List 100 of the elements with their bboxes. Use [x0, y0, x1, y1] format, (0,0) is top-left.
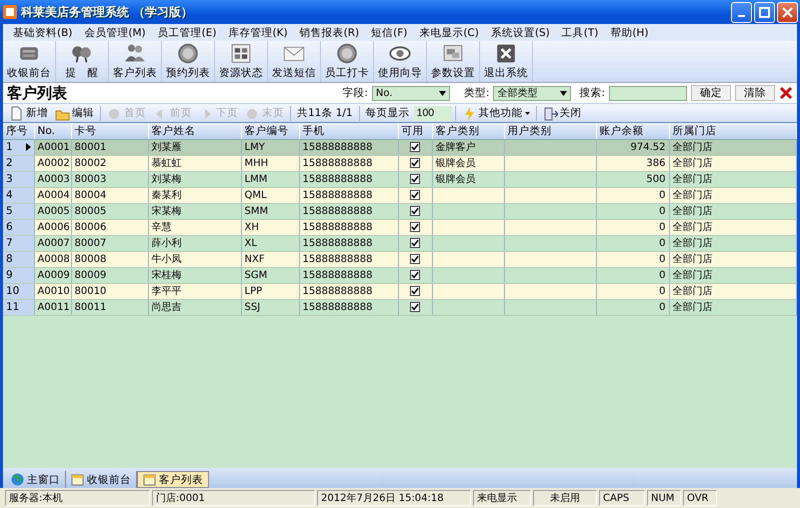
menu-item[interactable]: 短信(F): [365, 26, 414, 40]
close-button[interactable]: [777, 2, 798, 22]
table-row[interactable]: 11 A0011 80011 尚思吉 SSJ 15888888888 0 全部门店: [3, 299, 796, 315]
table-row[interactable]: 6 A0006 80006 辛慧 XH 15888888888 0 全部门店: [3, 219, 796, 235]
table-row[interactable]: 4 A0004 80004 秦某利 QML 15888888888 0 全部门店: [3, 187, 796, 203]
row-number: 11: [6, 301, 20, 313]
table-cell: A0005: [38, 206, 70, 216]
toolbar-button[interactable]: 员工打卡: [321, 41, 374, 82]
maximize-icon: [759, 6, 770, 18]
table-cell: A0007: [38, 238, 70, 248]
column-header[interactable]: 用户类别: [504, 123, 596, 139]
table-cell: A0001: [38, 142, 70, 152]
column-header[interactable]: 客户编号: [241, 123, 299, 139]
close-icon: [782, 6, 793, 18]
table-row[interactable]: 8 A0008 80008 牛小凤 NXF 15888888888 0 全部门店: [3, 251, 796, 267]
menu-item[interactable]: 帮助(H): [604, 26, 654, 40]
table-cell: 15888888888: [302, 222, 372, 232]
toolbar-button[interactable]: 编辑: [52, 106, 97, 120]
column-header[interactable]: 可用: [398, 123, 432, 139]
menu-item[interactable]: 库存管理(K): [222, 26, 294, 40]
toolbar-button[interactable]: 关闭: [540, 106, 585, 120]
table-cell: 974.52: [630, 142, 666, 152]
table-cell: 80009: [74, 270, 106, 280]
window-icon: [71, 473, 84, 486]
table-cell: 全部门店: [672, 142, 712, 153]
table-row[interactable]: 3 A0003 80003 刘某梅 LMM 15888888888 银牌会员 500 全部门店: [3, 171, 796, 187]
toolbar-button[interactable]: 资源状态: [215, 41, 268, 82]
table-row[interactable]: 9 A0009 80009 宋桂梅 SGM 15888888888 0 全部门店: [3, 267, 796, 283]
table-cell: 全部门店: [672, 302, 712, 313]
minimize-button[interactable]: [731, 2, 752, 22]
checkbox[interactable]: [410, 142, 420, 152]
toolbar-button[interactable]: 参数设置: [427, 41, 480, 82]
table-cell: 80004: [74, 190, 106, 200]
toolbar-button[interactable]: 退出系统: [480, 41, 533, 82]
table-cell: 15888888888: [302, 238, 372, 248]
menu-item[interactable]: 来电显示(C): [413, 26, 485, 40]
search-field[interactable]: [609, 86, 687, 100]
row-number: 10: [6, 285, 20, 297]
type-dropdown[interactable]: 全部类型: [493, 86, 572, 100]
column-header[interactable]: 账户余额: [596, 123, 669, 139]
column-header[interactable]: 卡号: [71, 123, 148, 139]
menu-item[interactable]: 销售报表(R): [294, 26, 366, 40]
window-tab[interactable]: 客户列表: [137, 471, 209, 488]
checkbox[interactable]: [410, 254, 420, 264]
menu-item[interactable]: 基础资料(B): [7, 26, 78, 40]
toolbar-button[interactable]: 客户列表: [109, 41, 162, 82]
field-label: 字段:: [342, 86, 368, 100]
table-row[interactable]: 2 A0002 80002 慕虹虹 MHH 15888888888 银牌会员 386 全部门店: [3, 155, 796, 171]
menu-item[interactable]: 员工管理(E): [152, 26, 222, 40]
toolbar-button[interactable]: 使用向导: [374, 41, 427, 82]
checkbox[interactable]: [410, 286, 420, 296]
column-header[interactable]: 序号: [3, 123, 34, 139]
checkbox[interactable]: [410, 206, 420, 216]
menu-button[interactable]: 其他功能: [458, 106, 533, 120]
checkbox[interactable]: [410, 270, 420, 280]
table-cell: 0: [659, 254, 666, 264]
table-row[interactable]: 10 A0010 80010 李平平 LPP 15888888888 0 全部门店: [3, 283, 796, 299]
close-icon[interactable]: [779, 86, 793, 100]
table-row[interactable]: 1 A0001 80001 刘某雁 LMY 15888888888 金牌客户 974.52 全部门店: [3, 139, 796, 155]
table-cell: A0010: [38, 286, 70, 296]
column-header[interactable]: 客户类别: [432, 123, 504, 139]
checkbox[interactable]: [410, 158, 420, 168]
row-number: 6: [6, 221, 13, 233]
checkbox[interactable]: [410, 302, 420, 312]
page-size-field[interactable]: 100: [414, 106, 452, 120]
checkbox[interactable]: [410, 174, 420, 184]
toolbar-button[interactable]: 提 醒: [56, 41, 109, 82]
table-cell: SSJ: [244, 302, 260, 312]
table-cell: 全部门店: [672, 270, 712, 281]
table-cell: 80001: [74, 142, 106, 152]
table-cell: SGM: [244, 270, 268, 280]
table-cell: 全部门店: [672, 158, 712, 169]
column-header[interactable]: 手机: [299, 123, 398, 139]
checkbox[interactable]: [410, 190, 420, 200]
toolbar-button[interactable]: 新增: [6, 106, 51, 120]
maximize-button[interactable]: [754, 2, 775, 22]
toolbar-button[interactable]: 发送短信: [268, 41, 321, 82]
table-cell: 386: [646, 158, 666, 168]
status-field: 服务器:本机: [5, 490, 150, 506]
menu-item[interactable]: 会员管理(M): [78, 26, 152, 40]
column-header[interactable]: No.: [34, 123, 71, 139]
table-cell: 银牌会员: [436, 158, 476, 169]
action-button[interactable]: 清除: [735, 85, 775, 101]
table-row[interactable]: 7 A0007 80007 薛小利 XL 15888888888 0 全部门店: [3, 235, 796, 251]
toolbar-button[interactable]: 收银前台: [3, 41, 56, 82]
field-dropdown[interactable]: No.: [372, 86, 450, 100]
menu-item[interactable]: 系统设置(S): [484, 26, 556, 40]
table-cell: 金牌客户: [436, 142, 476, 153]
table-cell: XH: [244, 222, 259, 232]
table-row[interactable]: 5 A0005 80005 宋某梅 SMM 15888888888 0 全部门店: [3, 203, 796, 219]
column-header[interactable]: 所属门店: [669, 123, 796, 139]
menu-item[interactable]: 工具(T): [556, 26, 604, 40]
action-button[interactable]: 确定: [691, 85, 731, 101]
toolbar-button[interactable]: 预约列表: [162, 41, 215, 82]
row-number: 1: [6, 141, 13, 153]
status-field: OVR: [683, 490, 717, 506]
table-cell: 15888888888: [302, 158, 372, 168]
column-header[interactable]: 客户姓名: [148, 123, 241, 139]
checkbox[interactable]: [410, 238, 420, 248]
checkbox[interactable]: [410, 222, 420, 232]
